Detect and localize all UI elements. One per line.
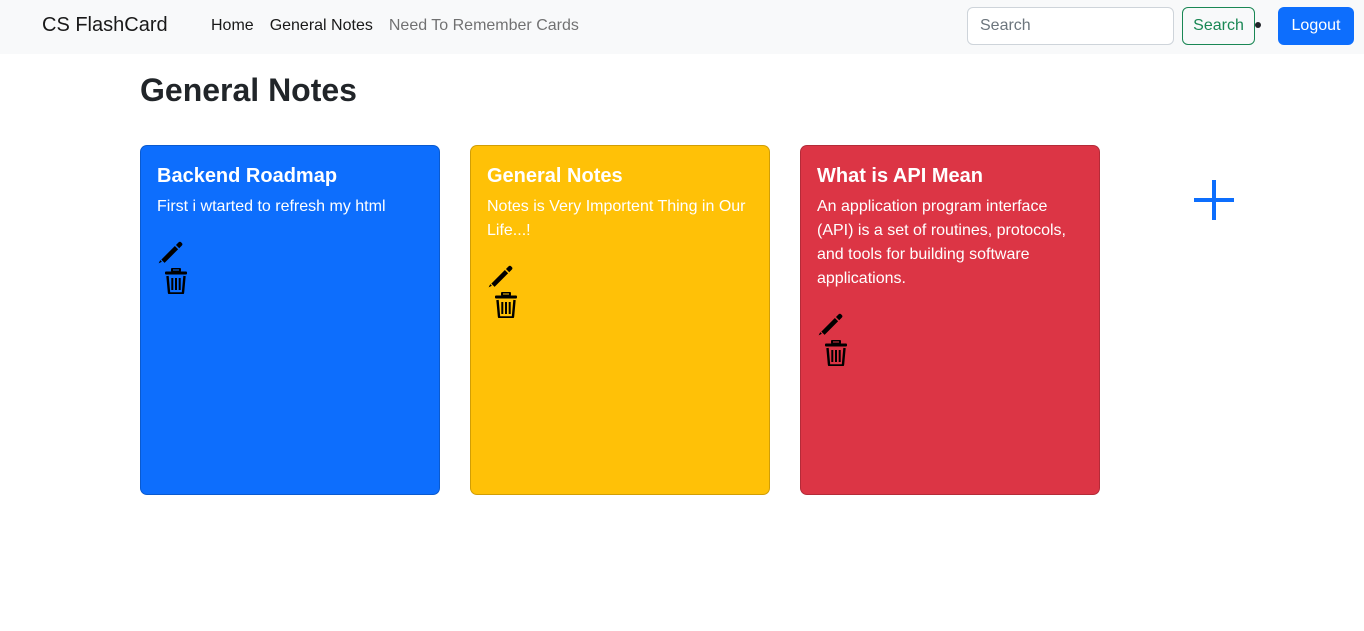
- list-bullet-dot: [1255, 22, 1261, 28]
- page-title: General Notes: [140, 72, 357, 108]
- card-actions: [817, 311, 857, 366]
- search-button[interactable]: Search: [1182, 7, 1255, 45]
- trash-icon[interactable]: [825, 340, 857, 366]
- pencil-icon[interactable]: [817, 311, 857, 337]
- note-card: General Notes Notes is Very Importent Th…: [470, 145, 770, 495]
- trash-icon[interactable]: [165, 268, 197, 294]
- card-actions: [157, 239, 197, 294]
- navbar: CS FlashCard Home General Notes Need To …: [0, 0, 1364, 54]
- card-actions: [487, 263, 527, 318]
- logout-button[interactable]: Logout: [1278, 7, 1354, 45]
- trash-icon[interactable]: [495, 292, 527, 318]
- note-card: What is API Mean An application program …: [800, 145, 1100, 495]
- nav-links: Home General Notes Need To Remember Card…: [211, 17, 579, 35]
- search-input[interactable]: [967, 7, 1174, 45]
- card-title: What is API Mean: [817, 165, 983, 187]
- pencil-icon[interactable]: [157, 239, 197, 265]
- card-text: Notes is Very Importent Thing in Our Lif…: [487, 198, 746, 239]
- nav-link-home[interactable]: Home: [211, 17, 254, 35]
- card-text: An application program interface (API) i…: [817, 198, 1066, 287]
- pencil-icon[interactable]: [487, 263, 527, 289]
- brand-link[interactable]: CS FlashCard: [42, 14, 168, 37]
- nav-link-need-to-remember-cards[interactable]: Need To Remember Cards: [389, 17, 579, 35]
- card-title: Backend Roadmap: [157, 165, 338, 187]
- plus-icon[interactable]: [1192, 178, 1236, 222]
- note-card: Backend Roadmap First i wtarted to refre…: [140, 145, 440, 495]
- card-title: General Notes: [487, 165, 623, 187]
- card-text: First i wtarted to refresh my html: [157, 198, 386, 215]
- nav-link-general-notes[interactable]: General Notes: [270, 17, 373, 35]
